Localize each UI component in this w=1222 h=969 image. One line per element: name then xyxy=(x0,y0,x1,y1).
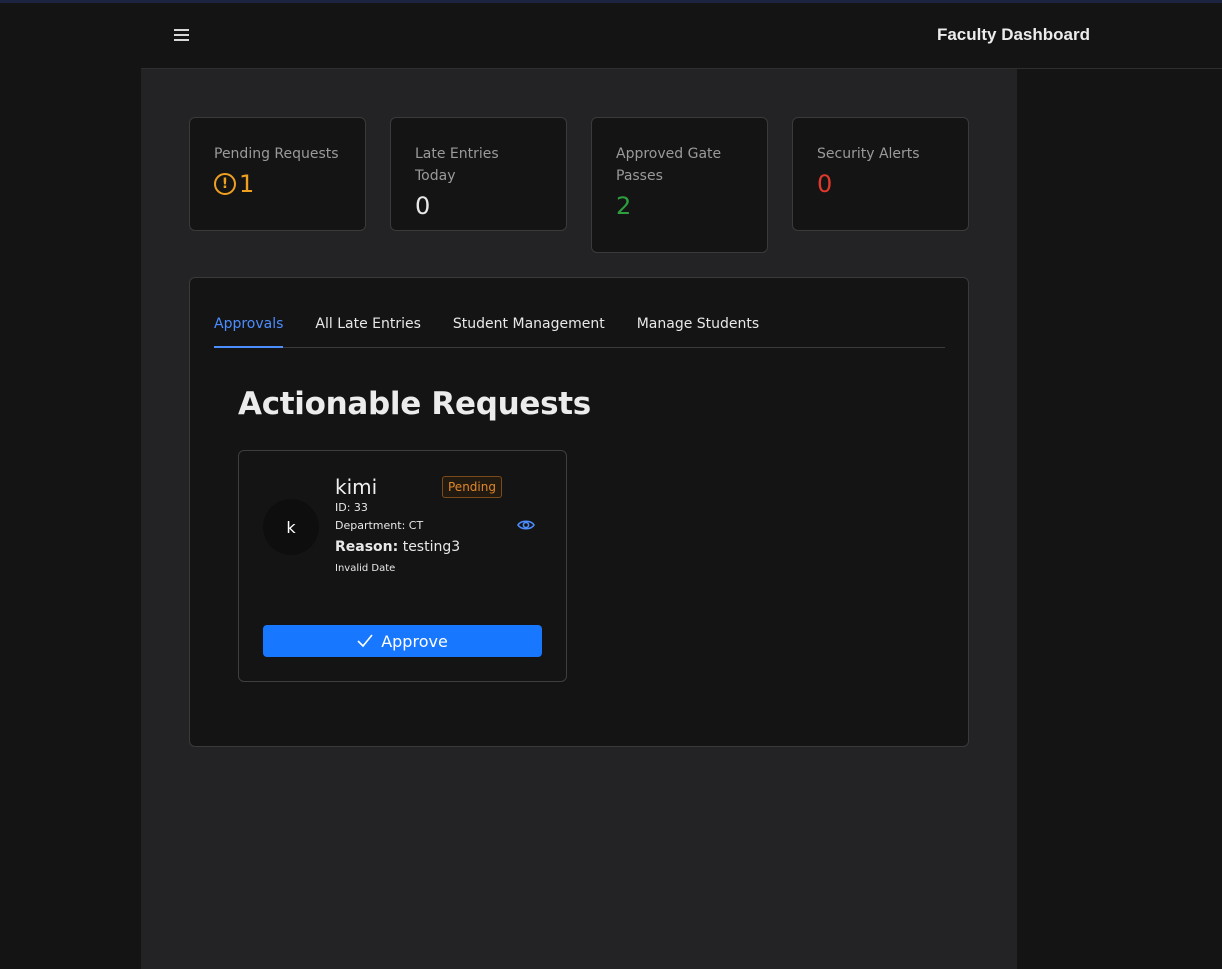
student-department: Department: CT xyxy=(335,519,424,532)
stat-label: Pending Requests xyxy=(214,146,339,162)
section-title: Actionable Requests xyxy=(238,386,591,422)
stat-value: 2 xyxy=(616,192,632,220)
student-id: ID: 33 xyxy=(335,501,368,514)
avatar: k xyxy=(263,499,319,555)
tab-student-management[interactable]: Student Management xyxy=(453,308,605,348)
stat-card-approved-gate-passes: Approved Gate Passes 2 xyxy=(591,117,768,253)
stat-label: Security Alerts xyxy=(817,146,920,162)
stat-card-pending-requests: Pending Requests ! 1 xyxy=(189,117,366,231)
stat-value: ! 1 xyxy=(214,169,341,199)
approve-label: Approve xyxy=(381,631,448,651)
check-icon xyxy=(357,634,373,648)
stat-value: 0 xyxy=(415,192,431,220)
request-card: k kimi Pending ID: 33 Department: CT Rea… xyxy=(238,450,567,682)
tab-approvals[interactable]: Approvals xyxy=(214,308,284,348)
reason-label: Reason: xyxy=(335,539,399,555)
exclamation-circle-icon: ! xyxy=(214,173,236,195)
hamburger-menu-icon[interactable] xyxy=(171,26,193,46)
stat-card-late-entries: Late Entries Today 0 xyxy=(390,117,567,231)
status-badge: Pending xyxy=(442,476,502,498)
tab-all-late-entries[interactable]: All Late Entries xyxy=(315,308,421,348)
requests-panel: Approvals All Late Entries Student Manag… xyxy=(189,277,969,747)
stat-label: Approved Gate Passes xyxy=(616,146,722,184)
page-title: Faculty Dashboard xyxy=(936,25,1090,44)
request-reason: Reason: testing3 xyxy=(335,539,460,555)
right-panel xyxy=(1017,69,1222,969)
tab-bar: Approvals All Late Entries Student Manag… xyxy=(214,308,945,348)
stat-number: 1 xyxy=(239,170,255,198)
student-name: kimi xyxy=(335,475,378,499)
stat-label: Late Entries Today xyxy=(415,146,499,184)
tab-manage-students[interactable]: Manage Students xyxy=(637,308,759,348)
approve-button[interactable]: Approve xyxy=(263,625,542,657)
main-content: Pending Requests ! 1 Late Entries Today … xyxy=(141,69,1017,969)
stat-card-security-alerts: Security Alerts 0 xyxy=(792,117,969,231)
reason-value: testing3 xyxy=(402,539,461,555)
request-date: Invalid Date xyxy=(335,563,396,574)
eye-icon[interactable] xyxy=(517,517,535,531)
stat-value: 0 xyxy=(817,170,833,198)
app-header: Faculty Dashboard xyxy=(141,3,1222,69)
